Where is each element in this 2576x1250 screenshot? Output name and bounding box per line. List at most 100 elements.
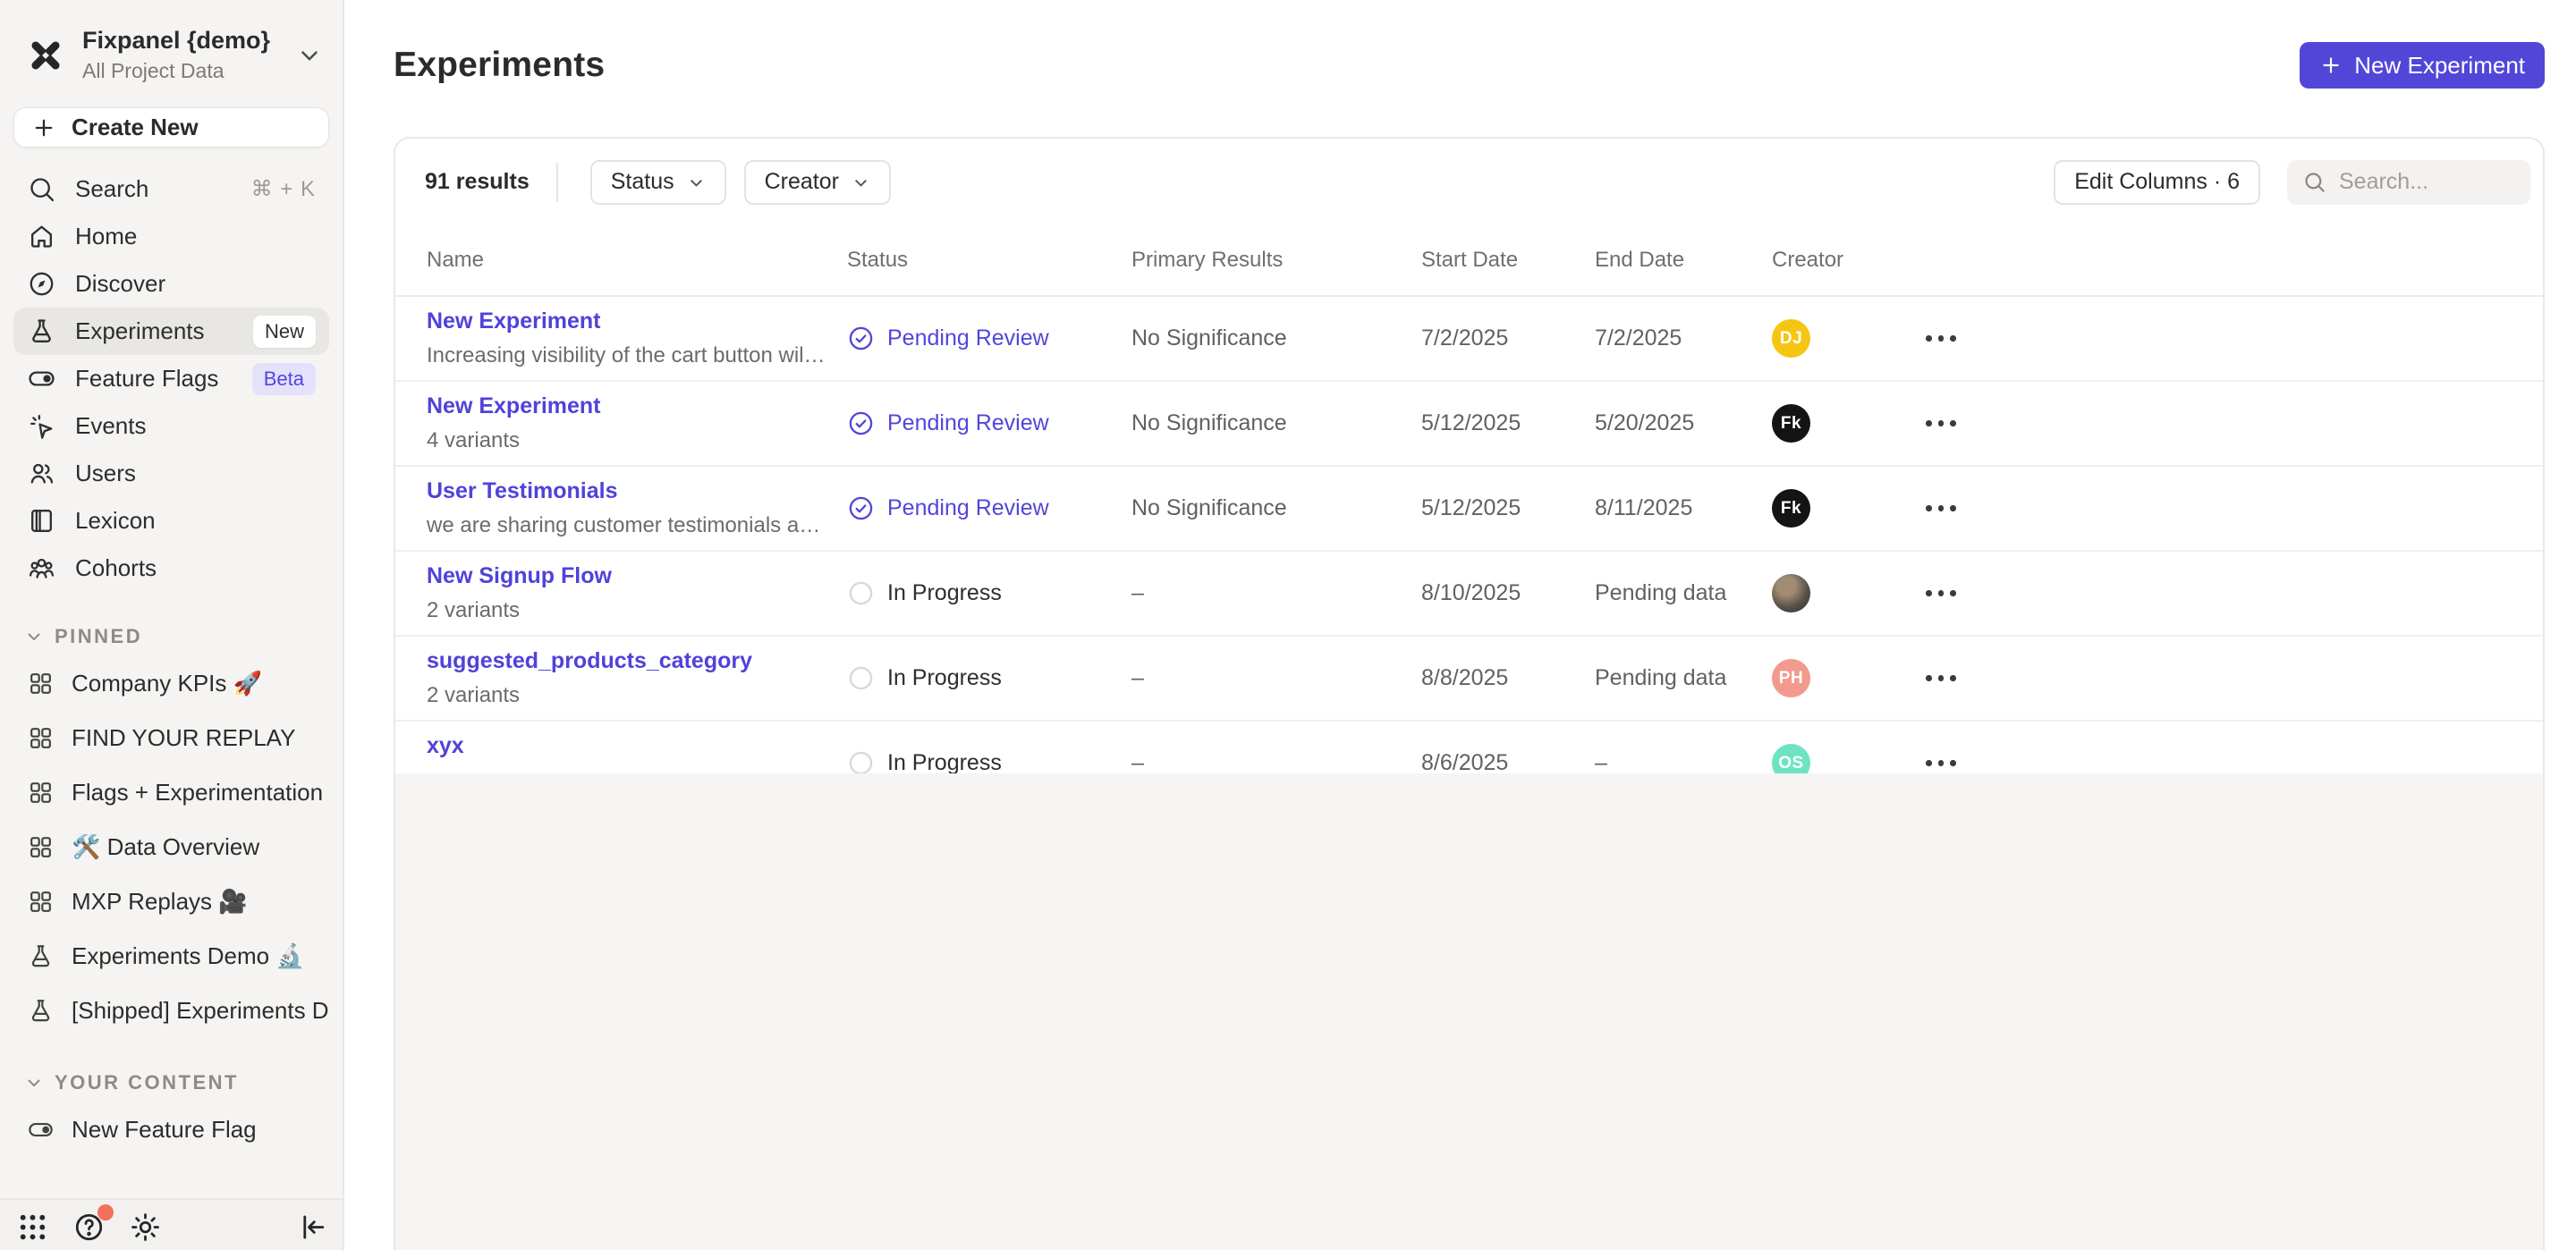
status-icon [847, 494, 875, 522]
sidebar-item-mxp-replays[interactable]: MXP Replays 🎥 [13, 874, 329, 929]
sidebar-item-new-feature-flag[interactable]: New Feature Flag [13, 1102, 329, 1157]
sidebar-item-cohorts[interactable]: Cohorts [13, 545, 329, 592]
creator-filter-button[interactable]: Creator [744, 160, 891, 205]
status-filter-button[interactable]: Status [590, 160, 726, 205]
sidebar-item-lexicon[interactable]: Lexicon [13, 497, 329, 545]
end-date: Pending data [1595, 665, 1772, 691]
help-icon[interactable] [72, 1211, 106, 1244]
sidebar-item-discover[interactable]: Discover [13, 260, 329, 308]
sidebar-item-company-kpis[interactable]: Company KPIs 🚀 [13, 656, 329, 711]
collapse-sidebar-icon[interactable] [295, 1211, 328, 1244]
apps-grid-icon[interactable] [16, 1211, 49, 1244]
search-icon [2302, 170, 2326, 194]
experiment-name-link[interactable]: suggested_products_category [427, 648, 826, 674]
edit-columns-button[interactable]: Edit Columns · 6 [2054, 160, 2260, 205]
start-date: 5/12/2025 [1421, 495, 1595, 521]
table-row[interactable]: New Signup Flow 2 variants In Progress –… [395, 552, 2543, 637]
sidebar-item-flags-experimentation-demo[interactable]: Flags + Experimentation Demo , [13, 765, 329, 820]
table-row[interactable]: suggested_products_category 2 variants I… [395, 637, 2543, 722]
primary-results: No Significance [1131, 495, 1421, 521]
sidebar-item-find-your-replay[interactable]: FIND YOUR REPLAY [13, 711, 329, 765]
end-date: 7/2/2025 [1595, 325, 1772, 351]
row-menu-button[interactable] [1922, 411, 2513, 435]
creator-avatar[interactable]: Fk [1772, 489, 1810, 528]
create-new-button[interactable]: Create New [13, 107, 329, 148]
sidebar-footer [0, 1198, 343, 1250]
sidebar-item-experiments[interactable]: Experiments New [13, 308, 329, 355]
experiment-description: 2 variants [427, 598, 826, 623]
table-toolbar: 91 results Status Creator Edit Columns · … [395, 139, 2543, 225]
sidebar-item-shipped-experiments-demo[interactable]: [Shipped] Experiments Demo 🖊️ [13, 984, 329, 1038]
search-icon [27, 174, 56, 204]
chevron-down-icon [24, 627, 44, 646]
column-header-creator[interactable]: Creator [1772, 248, 1922, 273]
section-header[interactable]: YOUR CONTENT [0, 1063, 343, 1102]
board-icon [27, 779, 55, 807]
workspace-switcher[interactable]: Fixpanel {demo} All Project Data [0, 0, 343, 83]
flask-icon [27, 317, 56, 346]
experiment-name-link[interactable]: New Experiment [427, 308, 826, 334]
divider [556, 163, 558, 202]
book-icon [27, 506, 56, 536]
plus-icon [31, 115, 56, 140]
sidebar-section: YOUR CONTENT New Feature Flag [0, 1063, 343, 1157]
experiment-description: Increasing visibility of the cart button… [427, 343, 826, 368]
sidebar-item-events[interactable]: Events [13, 402, 329, 450]
sidebar-item-home[interactable]: Home [13, 213, 329, 260]
sidebar-item-feature-flags[interactable]: Feature Flags Beta [13, 355, 329, 402]
table-header-row: NameStatusPrimary ResultsStart DateEnd D… [395, 225, 2543, 297]
status-label: Pending Review [887, 410, 1049, 436]
row-menu-button[interactable] [1922, 666, 2513, 690]
column-header-start-date[interactable]: Start Date [1421, 248, 1595, 273]
column-header-primary-results[interactable]: Primary Results [1131, 248, 1421, 273]
main-content: Experiments New Experiment 91 results St… [344, 0, 2576, 1250]
toggle-icon [27, 1116, 55, 1144]
table-row[interactable]: New Experiment Increasing visibility of … [395, 297, 2543, 382]
section-header[interactable]: PINNED [0, 617, 343, 656]
creator-avatar[interactable]: Fk [1772, 404, 1810, 443]
table-row[interactable]: User Testimonials we are sharing custome… [395, 467, 2543, 552]
sidebar-item-users[interactable]: Users [13, 450, 329, 497]
chevron-down-icon [852, 173, 870, 191]
new-experiment-button[interactable]: New Experiment [2300, 42, 2545, 89]
end-date: 5/20/2025 [1595, 410, 1772, 436]
start-date: 8/6/2025 [1421, 750, 1595, 776]
sidebar: Fixpanel {demo} All Project Data Create … [0, 0, 344, 1250]
creator-avatar[interactable]: PH [1772, 659, 1810, 697]
settings-gear-icon[interactable] [129, 1211, 162, 1244]
experiment-description: 2 variants [427, 683, 826, 708]
page-title: Experiments [394, 46, 605, 85]
experiments-card: 91 results Status Creator Edit Columns · … [394, 137, 2545, 1250]
experiment-name-link[interactable]: New Signup Flow [427, 563, 826, 589]
table-row[interactable]: New Experiment 4 variants Pending Review… [395, 382, 2543, 467]
table-body: New Experiment Increasing visibility of … [395, 297, 2543, 773]
sidebar-item-search[interactable]: Search ⌘ + K [13, 165, 329, 213]
workspace-name: Fixpanel {demo} [82, 27, 280, 55]
sidebar-item-data-overview[interactable]: 🛠️ Data Overview [13, 820, 329, 874]
status-icon [847, 410, 875, 437]
board-icon [27, 833, 55, 861]
experiment-name-link[interactable]: User Testimonials [427, 478, 826, 504]
end-date: – [1595, 750, 1772, 776]
sidebar-item-experiments-demo[interactable]: Experiments Demo 🔬 [13, 929, 329, 984]
status-label: In Progress [887, 665, 1002, 691]
creator-avatar-photo[interactable] [1772, 574, 1810, 612]
results-count: 91 results [425, 169, 530, 195]
column-header-name[interactable]: Name [427, 248, 847, 273]
experiment-name-link[interactable]: xyx [427, 733, 826, 759]
home-icon [27, 222, 56, 251]
flask-icon [27, 997, 55, 1025]
column-header-status[interactable]: Status [847, 248, 1131, 273]
row-menu-button[interactable] [1922, 751, 2513, 775]
column-header-end-date[interactable]: End Date [1595, 248, 1772, 273]
row-menu-button[interactable] [1922, 326, 2513, 351]
start-date: 7/2/2025 [1421, 325, 1595, 351]
primary-results: No Significance [1131, 325, 1421, 351]
fixpanel-logo-icon [25, 35, 66, 76]
experiment-name-link[interactable]: New Experiment [427, 393, 826, 419]
row-menu-button[interactable] [1922, 581, 2513, 605]
creator-avatar[interactable]: DJ [1772, 319, 1810, 358]
row-menu-button[interactable] [1922, 496, 2513, 520]
search-input[interactable] [2339, 169, 2515, 195]
plus-icon [2319, 54, 2343, 77]
